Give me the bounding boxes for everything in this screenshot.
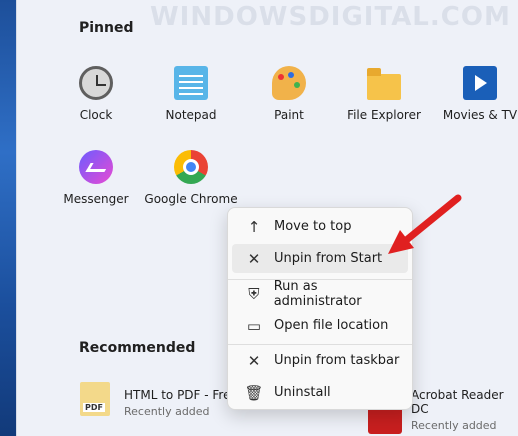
app-label: Google Chrome [144, 192, 238, 206]
recommended-item-name: HTML to PDF - Free [124, 388, 238, 402]
pinned-app-movies-tv[interactable]: Movies & TV [437, 66, 518, 122]
menu-item-label: Unpin from Start [274, 251, 383, 266]
pinned-app-paint[interactable]: Paint [246, 66, 332, 122]
app-label: Messenger [63, 192, 129, 206]
recommended-item-status: Recently added [124, 405, 210, 418]
app-label: Clock [79, 108, 113, 122]
unpin-icon: ✕ [247, 249, 261, 268]
menu-item-label: Uninstall [274, 385, 331, 400]
unpin-icon: ✕ [247, 351, 261, 370]
watermark: WINDOWSDIGITAL.COM [150, 2, 511, 32]
shield-icon: ⛨ [248, 284, 260, 303]
menu-item-label: Move to top [274, 219, 352, 234]
recommended-item[interactable]: HTML to PDF - Free Recently added [124, 388, 238, 418]
app-label: Notepad [165, 108, 217, 122]
pinned-app-messenger[interactable]: Messenger [53, 150, 139, 206]
menu-divider [228, 344, 412, 345]
menu-item-label: Run as administrator [273, 278, 362, 309]
recommended-item-name: Acrobat Reader DC [411, 388, 504, 416]
app-label: Movies & TV [442, 108, 518, 122]
annotation-arrow-icon [388, 194, 462, 254]
pdf-app-icon [80, 382, 110, 416]
paint-icon [272, 66, 306, 100]
recommended-item[interactable]: Acrobat Reader DC Recently added [411, 388, 518, 432]
trash-icon: 🗑 [244, 383, 264, 402]
messenger-icon [79, 150, 113, 184]
folder-open-icon: ▭ [246, 316, 262, 335]
pinned-app-file-explorer[interactable]: File Explorer [341, 66, 427, 122]
folder-icon [367, 68, 401, 100]
app-label: File Explorer [347, 108, 421, 122]
arrow-up-icon: ↑ [247, 217, 261, 236]
recommended-item-status: Recently added [411, 419, 497, 432]
menu-item-label: Unpin from taskbar [274, 353, 400, 368]
menu-item-unpin-from-taskbar[interactable]: ✕ Unpin from taskbar [232, 346, 408, 375]
menu-item-open-file-location[interactable]: ▭ Open file location [232, 311, 408, 340]
movies-tv-icon [463, 66, 497, 100]
chrome-icon [174, 150, 208, 184]
app-label: Paint [274, 108, 304, 122]
menu-item-uninstall[interactable]: 🗑 Uninstall [232, 378, 408, 407]
pinned-app-google-chrome[interactable]: Google Chrome [143, 150, 239, 206]
desktop-wallpaper-edge [0, 0, 16, 436]
recommended-title: Recommended [79, 340, 196, 356]
pinned-title: Pinned [79, 20, 134, 36]
clock-icon [79, 66, 113, 100]
pinned-app-clock[interactable]: Clock [53, 66, 139, 122]
notepad-icon [174, 66, 208, 100]
menu-item-label: Open file location [274, 318, 389, 333]
pinned-app-notepad[interactable]: Notepad [148, 66, 234, 122]
menu-item-run-as-administrator[interactable]: ⛨ Run as administrator [232, 278, 408, 309]
